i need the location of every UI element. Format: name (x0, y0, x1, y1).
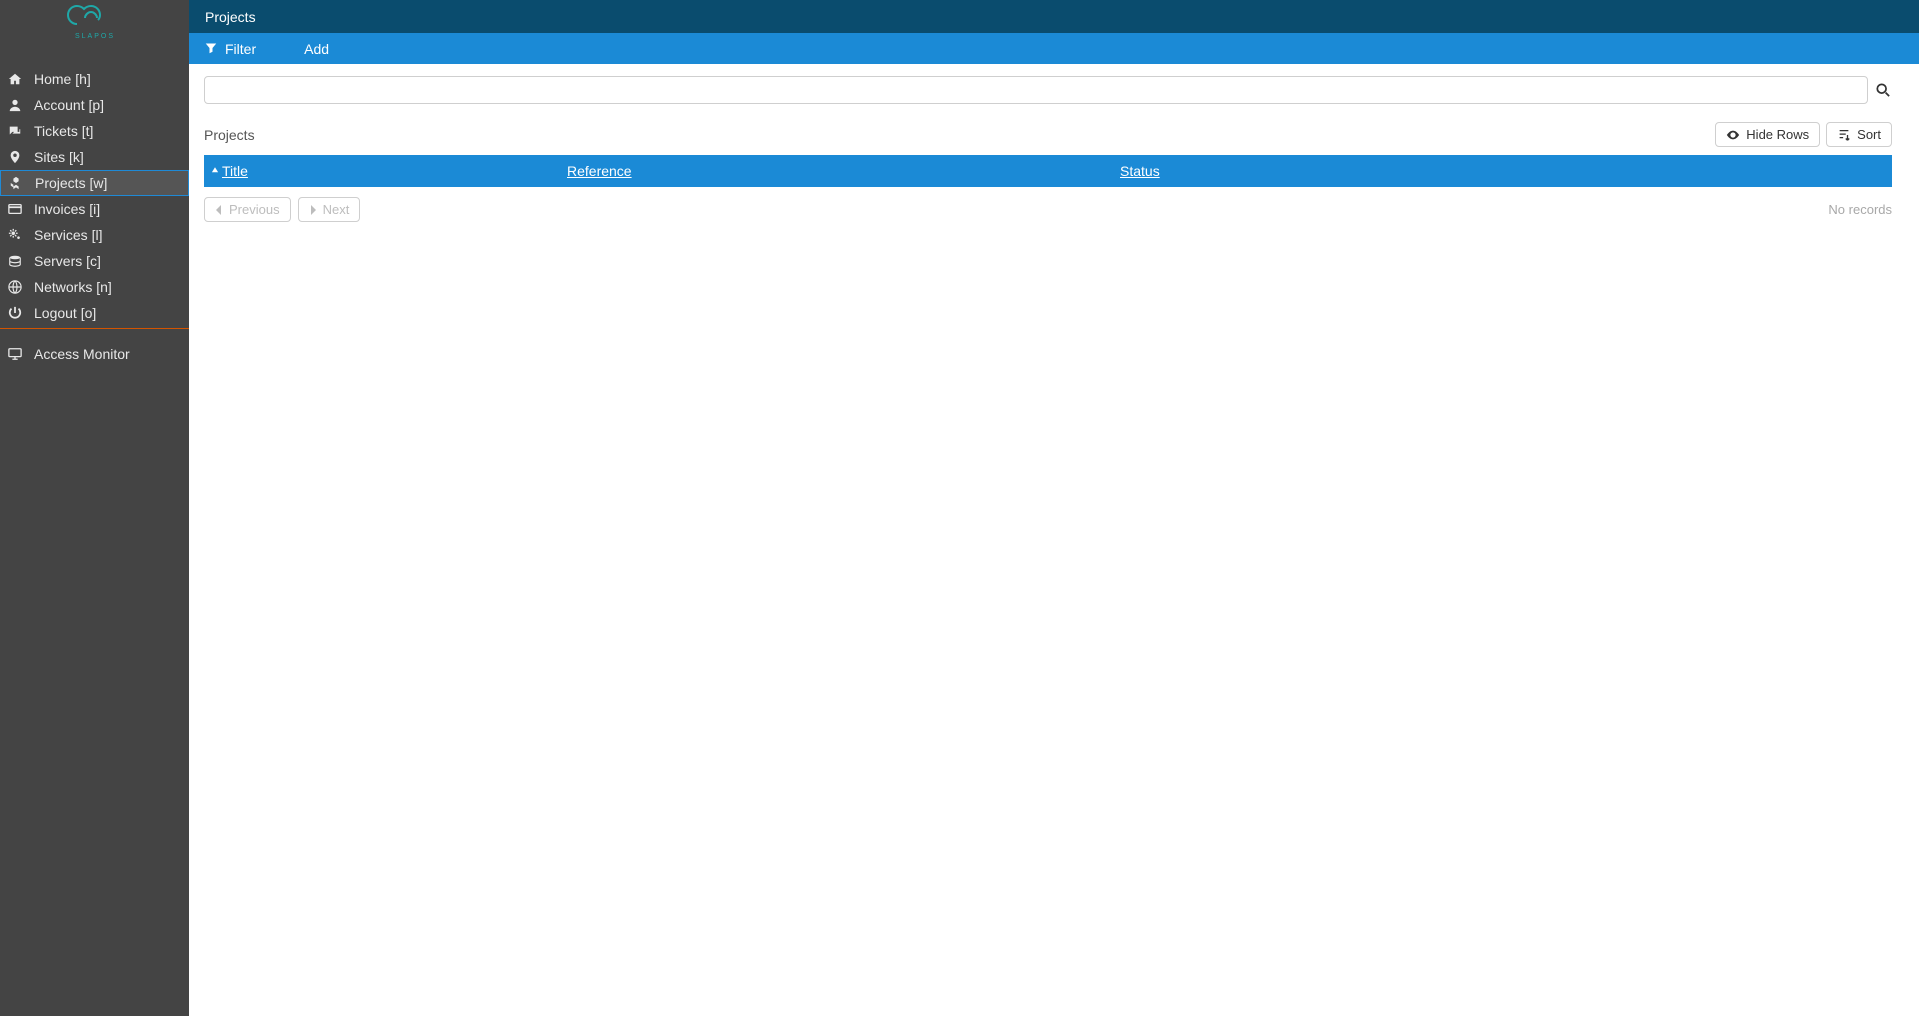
sidebar-item-servers[interactable]: Servers [c] (0, 248, 189, 274)
sidebar-item-label: Projects [w] (35, 175, 107, 191)
sidebar-item-logout[interactable]: Logout [o] (0, 300, 189, 326)
sidebar-item-projects[interactable]: Projects [w] (0, 170, 189, 196)
column-header-reference[interactable]: Reference (561, 163, 1114, 179)
sidebar-item-label: Networks [n] (34, 279, 112, 295)
map-marker-icon (8, 150, 32, 164)
toolbar: Projects Hide Rows Sort (204, 122, 1892, 147)
svg-text:SLAPOS: SLAPOS (74, 33, 114, 40)
sidebar-item-label: Account [p] (34, 97, 104, 113)
sidebar-item-label: Tickets [t] (34, 123, 93, 139)
previous-label: Previous (229, 202, 280, 217)
content: Projects Hide Rows Sort Title (189, 64, 1919, 234)
sidebar-item-access-monitor[interactable]: Access Monitor (0, 341, 189, 367)
credit-card-icon (8, 202, 32, 216)
sidebar-item-account[interactable]: Account [p] (0, 92, 189, 118)
sidebar-item-sites[interactable]: Sites [k] (0, 144, 189, 170)
brand-logo[interactable]: SLAPOS (0, 2, 189, 42)
hide-rows-label: Hide Rows (1746, 127, 1809, 142)
filter-button[interactable]: Filter (205, 41, 256, 57)
section-label: Projects (204, 127, 255, 143)
sidebar-item-services[interactable]: Services [l] (0, 222, 189, 248)
previous-button[interactable]: Previous (204, 197, 291, 222)
server-icon (8, 254, 32, 268)
caret-right-icon (309, 205, 317, 215)
sidebar: SLAPOS Home [h] Account [p] Tickets [t] … (0, 0, 189, 1016)
sidebar-item-label: Sites [k] (34, 149, 84, 165)
sidebar-item-tickets[interactable]: Tickets [t] (0, 118, 189, 144)
home-icon (8, 72, 32, 86)
logo-icon: SLAPOS (65, 4, 125, 40)
user-icon (8, 98, 32, 112)
search-button[interactable] (1874, 76, 1892, 104)
cogs-icon (8, 228, 32, 242)
column-header-title[interactable]: Title (204, 163, 561, 179)
header: Projects (189, 0, 1919, 33)
comments-icon (8, 124, 32, 138)
sidebar-item-label: Servers [c] (34, 253, 101, 269)
search-input[interactable] (204, 76, 1868, 104)
filter-label: Filter (225, 41, 256, 57)
eye-icon (1726, 128, 1740, 142)
add-button[interactable]: Add (304, 41, 329, 57)
search-wrap (204, 76, 1892, 104)
column-label: Title (222, 163, 248, 179)
sidebar-item-label: Services [l] (34, 227, 102, 243)
subheader: Filter Add (189, 33, 1919, 64)
hide-rows-button[interactable]: Hide Rows (1715, 122, 1820, 147)
sort-icon (1837, 128, 1851, 142)
sidebar-item-invoices[interactable]: Invoices [i] (0, 196, 189, 222)
pager: Previous Next No records (204, 197, 1892, 222)
column-label: Reference (567, 163, 632, 179)
sidebar-item-label: Home [h] (34, 71, 91, 87)
globe-icon (8, 280, 32, 294)
filter-icon (205, 41, 217, 57)
sidebar-nav: Home [h] Account [p] Tickets [t] Sites [… (0, 66, 189, 367)
sidebar-item-networks[interactable]: Networks [n] (0, 274, 189, 300)
column-label: Status (1120, 163, 1160, 179)
power-icon (8, 306, 32, 320)
sidebar-divider (0, 328, 189, 329)
table-header: Title Reference Status (204, 155, 1892, 187)
sort-asc-icon (210, 166, 220, 176)
add-label: Add (304, 41, 329, 57)
cubes-icon (9, 176, 33, 190)
caret-left-icon (215, 205, 223, 215)
page-title: Projects (205, 9, 256, 25)
desktop-icon (8, 347, 32, 361)
sidebar-item-label: Invoices [i] (34, 201, 100, 217)
no-records-label: No records (1828, 202, 1892, 217)
next-button[interactable]: Next (298, 197, 361, 222)
main: Projects Filter Add Projects (189, 0, 1919, 1016)
sidebar-item-home[interactable]: Home [h] (0, 66, 189, 92)
sidebar-item-label: Access Monitor (34, 346, 130, 362)
next-label: Next (323, 202, 350, 217)
sort-label: Sort (1857, 127, 1881, 142)
column-header-status[interactable]: Status (1114, 163, 1892, 179)
sort-button[interactable]: Sort (1826, 122, 1892, 147)
search-icon (1876, 83, 1890, 97)
sidebar-item-label: Logout [o] (34, 305, 96, 321)
